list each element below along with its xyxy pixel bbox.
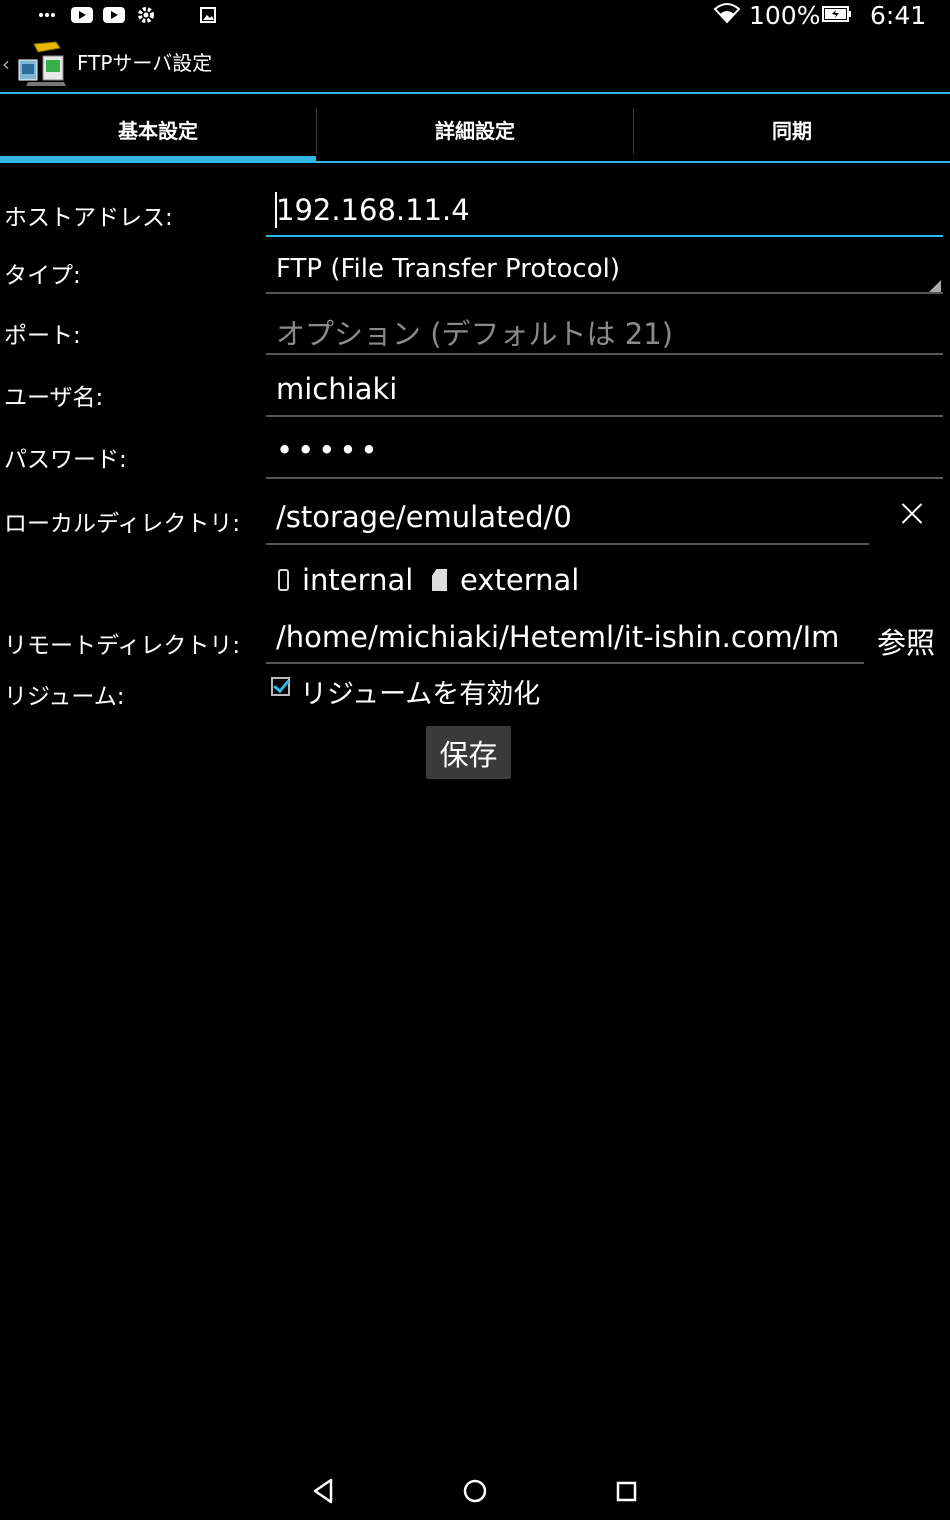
- port-input[interactable]: オプション (デフォルトは 21): [266, 308, 942, 352]
- save-button[interactable]: 保存: [426, 726, 511, 779]
- back-icon[interactable]: [303, 1470, 343, 1510]
- remote-dir-value: /home/michiaki/Heteml/it-ishin.com/Im: [276, 620, 840, 654]
- username-label: ユーザ名:: [4, 385, 104, 411]
- external-storage-option[interactable]: external: [432, 560, 579, 600]
- password-input[interactable]: •••••: [266, 430, 942, 474]
- wifi-icon: [713, 3, 741, 24]
- action-bar: ‹ FTPサーバ設定: [0, 32, 950, 93]
- local-dir-underline: [266, 543, 869, 545]
- clock: 6:41: [870, 1, 927, 30]
- remote-dir-underline: [266, 662, 864, 664]
- image-icon: [200, 5, 216, 25]
- battery-icon: [822, 4, 852, 24]
- back-chevron-icon[interactable]: ‹: [2, 52, 10, 76]
- password-underline: [266, 477, 943, 479]
- home-icon[interactable]: [455, 1470, 495, 1510]
- internal-label: internal: [302, 563, 414, 597]
- external-label: external: [460, 563, 580, 597]
- clear-local-dir-button[interactable]: [896, 498, 928, 530]
- username-underline: [266, 415, 943, 417]
- ftp-app-icon[interactable]: [16, 38, 70, 88]
- resume-label: リジューム:: [4, 684, 125, 710]
- phone-icon: [278, 569, 289, 591]
- type-underline: [266, 292, 943, 294]
- port-placeholder: オプション (デフォルトは 21): [276, 317, 673, 351]
- type-spinner[interactable]: FTP (File Transfer Protocol): [266, 252, 942, 292]
- tab-sync[interactable]: 同期: [634, 94, 950, 164]
- port-underline: [266, 353, 943, 355]
- remote-dir-input[interactable]: /home/michiaki/Heteml/it-ishin.com/Im: [266, 617, 864, 661]
- recents-icon[interactable]: [607, 1470, 647, 1510]
- page-title: FTPサーバ設定: [77, 51, 213, 75]
- tab-basic-settings[interactable]: 基本設定: [0, 94, 316, 164]
- username-input[interactable]: michiaki: [266, 369, 942, 413]
- battery-percent: 100%: [749, 1, 821, 30]
- password-label: パスワード:: [4, 447, 127, 473]
- port-label: ポート:: [4, 323, 81, 349]
- status-bar: 100% 6:41: [0, 0, 950, 32]
- tab-bar: 基本設定 詳細設定 同期: [0, 94, 950, 164]
- more-icon: [38, 5, 56, 25]
- host-underline: [266, 235, 943, 237]
- local-dir-label: ローカルディレクトリ:: [4, 511, 241, 537]
- browse-button[interactable]: 参照: [877, 620, 935, 662]
- sd-card-icon: [432, 569, 447, 591]
- tab-advanced-settings[interactable]: 詳細設定: [317, 94, 633, 164]
- host-input[interactable]: 192.168.11.4: [266, 190, 942, 234]
- type-label: タイプ:: [4, 263, 81, 289]
- password-value: •••••: [276, 433, 382, 467]
- settings-icon: [136, 5, 156, 25]
- dropdown-arrow-icon: [929, 280, 941, 292]
- local-dir-input[interactable]: /storage/emulated/0: [266, 497, 868, 541]
- host-value: 192.168.11.4: [276, 193, 470, 227]
- local-dir-value: /storage/emulated/0: [276, 500, 572, 534]
- resume-checkbox-label[interactable]: リジュームを有効化: [300, 672, 540, 711]
- internal-storage-option[interactable]: internal: [278, 560, 413, 600]
- type-value: FTP (File Transfer Protocol): [276, 254, 620, 284]
- host-label: ホストアドレス:: [4, 205, 173, 231]
- remote-dir-label: リモートディレクトリ:: [4, 633, 241, 659]
- username-value: michiaki: [276, 372, 398, 406]
- youtube-icon: [103, 5, 125, 25]
- youtube-icon: [71, 5, 93, 25]
- navigation-bar: [0, 1460, 950, 1520]
- resume-checkbox[interactable]: [271, 677, 290, 696]
- tab-active-indicator: [0, 156, 316, 163]
